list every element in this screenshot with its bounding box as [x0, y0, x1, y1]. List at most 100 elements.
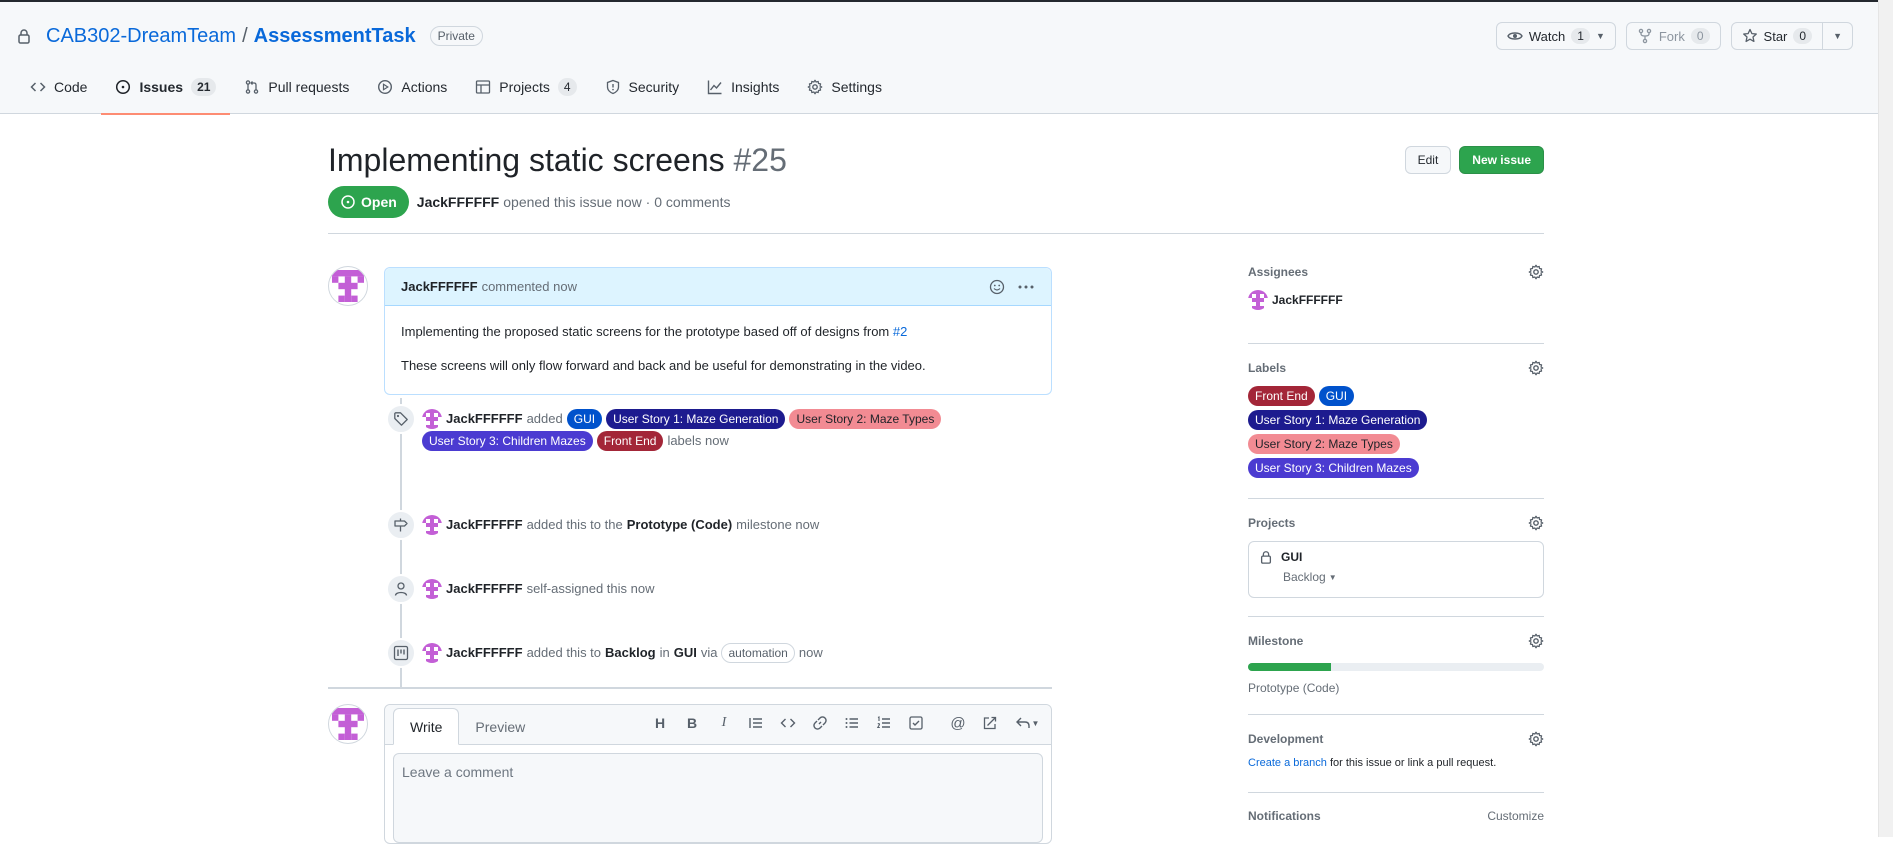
project-link[interactable]: GUI: [674, 642, 697, 664]
event-pre: added this to the: [526, 517, 623, 532]
tab-actions[interactable]: Actions: [363, 70, 461, 114]
avatar[interactable]: [422, 515, 442, 535]
eye-icon: [1507, 32, 1523, 40]
new-issue-button[interactable]: New issue: [1459, 146, 1544, 174]
tab-issues[interactable]: Issues 21: [101, 70, 231, 115]
italic-icon[interactable]: I: [715, 714, 733, 732]
avatar[interactable]: [422, 643, 442, 663]
issue-comment: JackFFFFFF commented now Implementing th…: [384, 267, 1052, 395]
state-label: Open: [361, 194, 397, 210]
avatar[interactable]: [328, 704, 368, 744]
label-gui[interactable]: GUI: [566, 409, 603, 429]
bold-icon[interactable]: B: [683, 714, 701, 732]
avatar[interactable]: [422, 579, 442, 599]
tab-pull-requests[interactable]: Pull requests: [230, 70, 363, 114]
star-button[interactable]: Star 0: [1730, 22, 1824, 50]
assignees-header: Assignees: [1248, 264, 1544, 280]
gear-icon[interactable]: [1528, 360, 1544, 376]
tab-security[interactable]: Security: [591, 70, 694, 114]
customize-link[interactable]: Customize: [1487, 809, 1544, 823]
event-author-link[interactable]: JackFFFFFF: [446, 408, 523, 430]
create-branch-link[interactable]: Create a branch: [1248, 757, 1327, 769]
mention-icon[interactable]: @: [949, 714, 967, 732]
gear-icon[interactable]: [1528, 731, 1544, 747]
projects-section: Projects GUI Backlog ▼: [1248, 499, 1544, 617]
kebab-horizontal-icon[interactable]: [1017, 279, 1035, 295]
labels-title: Labels: [1248, 361, 1287, 375]
tab-settings[interactable]: Settings: [793, 70, 896, 114]
project-status: Backlog: [1283, 570, 1326, 584]
milestone-icon: [386, 510, 416, 540]
pull-request-icon: [246, 80, 259, 94]
reply-icon[interactable]: ▼: [1013, 714, 1041, 732]
star-button-group: Star 0 ▼: [1730, 22, 1853, 50]
issue-reference-link[interactable]: #2: [893, 324, 907, 339]
repo-separator: /: [242, 24, 248, 47]
issue-meta: Open JackFFFFFF opened this issue now · …: [328, 186, 730, 218]
fork-button[interactable]: Fork 0: [1625, 22, 1721, 50]
gear-icon[interactable]: [1528, 515, 1544, 531]
watch-button[interactable]: Watch 1 ▼: [1495, 22, 1616, 50]
label-user-story-1[interactable]: User Story 1: Maze Generation: [606, 409, 786, 429]
heading-icon[interactable]: H: [651, 714, 669, 732]
tab-projects[interactable]: Projects 4: [461, 70, 590, 114]
scrollbar[interactable]: [1878, 0, 1893, 837]
labels-list: Front End GUI User Story 1: Maze Generat…: [1248, 386, 1448, 478]
tab-preview[interactable]: Preview: [459, 710, 541, 744]
label-user-story-1[interactable]: User Story 1: Maze Generation: [1248, 410, 1428, 430]
project-status-dropdown[interactable]: Backlog ▼: [1283, 570, 1533, 584]
tasklist-icon[interactable]: [907, 714, 925, 732]
tab-insights-label: Insights: [731, 79, 780, 95]
star-dropdown-button[interactable]: ▼: [1823, 22, 1853, 50]
repo-header: CAB302-DreamTeam / AssessmentTask Privat…: [0, 2, 1893, 115]
ordered-list-icon[interactable]: [875, 714, 893, 732]
gear-icon[interactable]: [1528, 633, 1544, 649]
comment-author-link[interactable]: JackFFFFFF: [401, 279, 478, 294]
event-author-link[interactable]: JackFFFFFF: [446, 642, 523, 664]
issue-sidebar: Assignees JackFFFFFF Labels Front End GU…: [1248, 264, 1544, 823]
label-user-story-2[interactable]: User Story 2: Maze Types: [1248, 434, 1400, 454]
label-gui[interactable]: GUI: [1318, 386, 1355, 406]
comment-body: Implementing the proposed static screens…: [385, 306, 1051, 394]
labels-section: Labels Front End GUI User Story 1: Maze …: [1248, 344, 1544, 499]
milestone-name-link[interactable]: Prototype (Code): [1248, 681, 1544, 695]
avatar[interactable]: [328, 266, 368, 306]
comment-textarea[interactable]: Leave a comment: [393, 753, 1043, 843]
unordered-list-icon[interactable]: [843, 714, 861, 732]
smiley-icon[interactable]: [989, 279, 1005, 295]
issue-author-link[interactable]: JackFFFFFF: [417, 194, 499, 210]
event-post: now: [798, 645, 823, 660]
code-icon: [30, 82, 46, 92]
quote-icon[interactable]: [747, 714, 765, 732]
label-user-story-3[interactable]: User Story 3: Children Mazes: [1248, 458, 1419, 478]
tab-insights[interactable]: Insights: [693, 70, 793, 114]
assignee-name: JackFFFFFF: [1272, 293, 1343, 307]
gear-icon[interactable]: [1528, 264, 1544, 280]
edit-button[interactable]: Edit: [1404, 146, 1452, 174]
tab-write[interactable]: Write: [393, 708, 460, 745]
tab-security-label: Security: [628, 79, 680, 95]
tab-code[interactable]: Code: [16, 70, 101, 114]
assignee-item[interactable]: JackFFFFFF: [1248, 290, 1544, 310]
gear-icon: [807, 79, 823, 95]
timeline-event-milestone: JackFFFFFF added this to the Prototype (…: [386, 510, 1066, 540]
repo-owner-link[interactable]: CAB302-DreamTeam: [46, 25, 236, 48]
labels-header: Labels: [1248, 360, 1544, 376]
tab-settings-label: Settings: [831, 79, 882, 95]
label-front-end[interactable]: Front End: [1248, 386, 1315, 406]
repo-name-link[interactable]: AssessmentTask: [254, 25, 416, 48]
projects-header: Projects: [1248, 515, 1544, 531]
event-author-link[interactable]: JackFFFFFF: [446, 578, 523, 600]
milestone-link[interactable]: Prototype (Code): [627, 514, 732, 536]
avatar[interactable]: [422, 409, 442, 429]
label-user-story-2[interactable]: User Story 2: Maze Types: [789, 409, 942, 429]
event-author-link[interactable]: JackFFFFFF: [446, 514, 523, 536]
issue-opened-icon: [116, 79, 131, 95]
link-icon[interactable]: [811, 714, 829, 732]
comment-line-2: These screens will only flow forward and…: [401, 358, 926, 373]
label-user-story-3[interactable]: User Story 3: Children Mazes: [422, 431, 593, 451]
label-front-end[interactable]: Front End: [596, 431, 664, 451]
cross-reference-icon[interactable]: [981, 714, 999, 732]
project-name-row[interactable]: GUI: [1259, 550, 1533, 564]
code-icon[interactable]: [779, 714, 797, 732]
